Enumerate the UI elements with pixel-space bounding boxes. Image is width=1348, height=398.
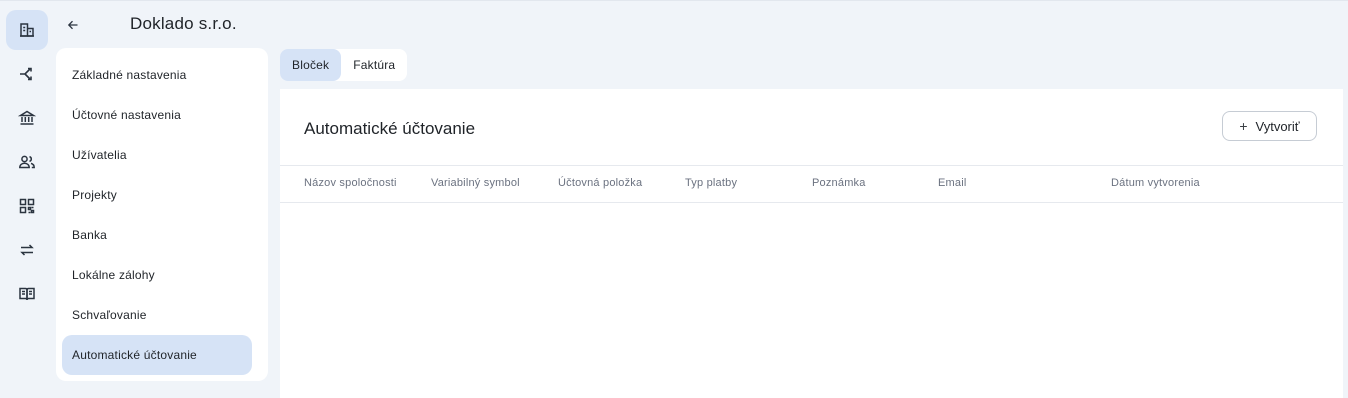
- settings-menu: Základné nastavenia Účtovné nastavenia U…: [56, 48, 268, 381]
- rail-building-button[interactable]: [6, 10, 48, 50]
- share-flow-icon: [20, 67, 32, 81]
- users-icon: [19, 155, 35, 169]
- divider: [280, 165, 1343, 166]
- rail-qr-button[interactable]: [6, 186, 48, 226]
- menu-item-uzivatelia[interactable]: Užívatelia: [62, 135, 252, 175]
- rail-flow-button[interactable]: [6, 54, 48, 94]
- transfer-icon: [20, 244, 34, 256]
- menu-item-zakladne-nastavenia[interactable]: Základné nastavenia: [62, 55, 252, 95]
- rail-users-button[interactable]: [6, 142, 48, 182]
- main-panel: Automatické účtovanie + Vytvoriť Názov s…: [280, 89, 1343, 398]
- rail-book-button[interactable]: [6, 274, 48, 314]
- bank-icon: [18, 110, 36, 125]
- qr-code-icon: [19, 198, 35, 214]
- menu-item-projekty[interactable]: Projekty: [62, 175, 252, 215]
- building-icon: [20, 23, 34, 37]
- column-header-poznamka[interactable]: Poznámka: [812, 177, 866, 189]
- book-icon: [19, 287, 35, 301]
- column-header-typ-platby[interactable]: Typ platby: [685, 177, 737, 189]
- menu-item-lokalne-zalohy[interactable]: Lokálne zálohy: [62, 255, 252, 295]
- menu-item-uctovne-nastavenia[interactable]: Účtovné nastavenia: [62, 95, 252, 135]
- menu-item-automaticke-uctovanie[interactable]: Automatické účtovanie: [62, 335, 252, 375]
- column-header-uctovna-polozka[interactable]: Účtovná položka: [558, 177, 642, 189]
- rail-bank-button[interactable]: [6, 98, 48, 138]
- create-button[interactable]: + Vytvoriť: [1222, 111, 1317, 141]
- page-title: Automatické účtovanie: [304, 119, 476, 138]
- rail-transfer-button[interactable]: [6, 230, 48, 270]
- top-border: [0, 0, 1348, 1]
- document-type-tabs: Bloček Faktúra: [280, 49, 408, 81]
- plus-icon: +: [1239, 118, 1248, 134]
- create-button-label: Vytvoriť: [1255, 118, 1300, 134]
- company-name: Doklado s.r.o.: [130, 14, 237, 33]
- arrow-left-icon: [67, 20, 78, 30]
- column-header-email[interactable]: Email: [938, 177, 967, 189]
- column-header-variabilny-symbol[interactable]: Variabilný symbol: [431, 177, 520, 189]
- back-button[interactable]: [62, 14, 84, 36]
- menu-item-banka[interactable]: Banka: [62, 215, 252, 255]
- tab-faktura[interactable]: Faktúra: [341, 49, 407, 81]
- divider: [280, 202, 1343, 203]
- column-header-nazov-spolocnosti[interactable]: Názov spoločnosti: [304, 177, 397, 189]
- column-header-datum-vytvorenia[interactable]: Dátum vytvorenia: [1111, 177, 1200, 189]
- app-rail: [0, 0, 56, 398]
- menu-item-schvalovanie[interactable]: Schvaľovanie: [62, 295, 252, 335]
- tab-blocek[interactable]: Bloček: [280, 49, 342, 81]
